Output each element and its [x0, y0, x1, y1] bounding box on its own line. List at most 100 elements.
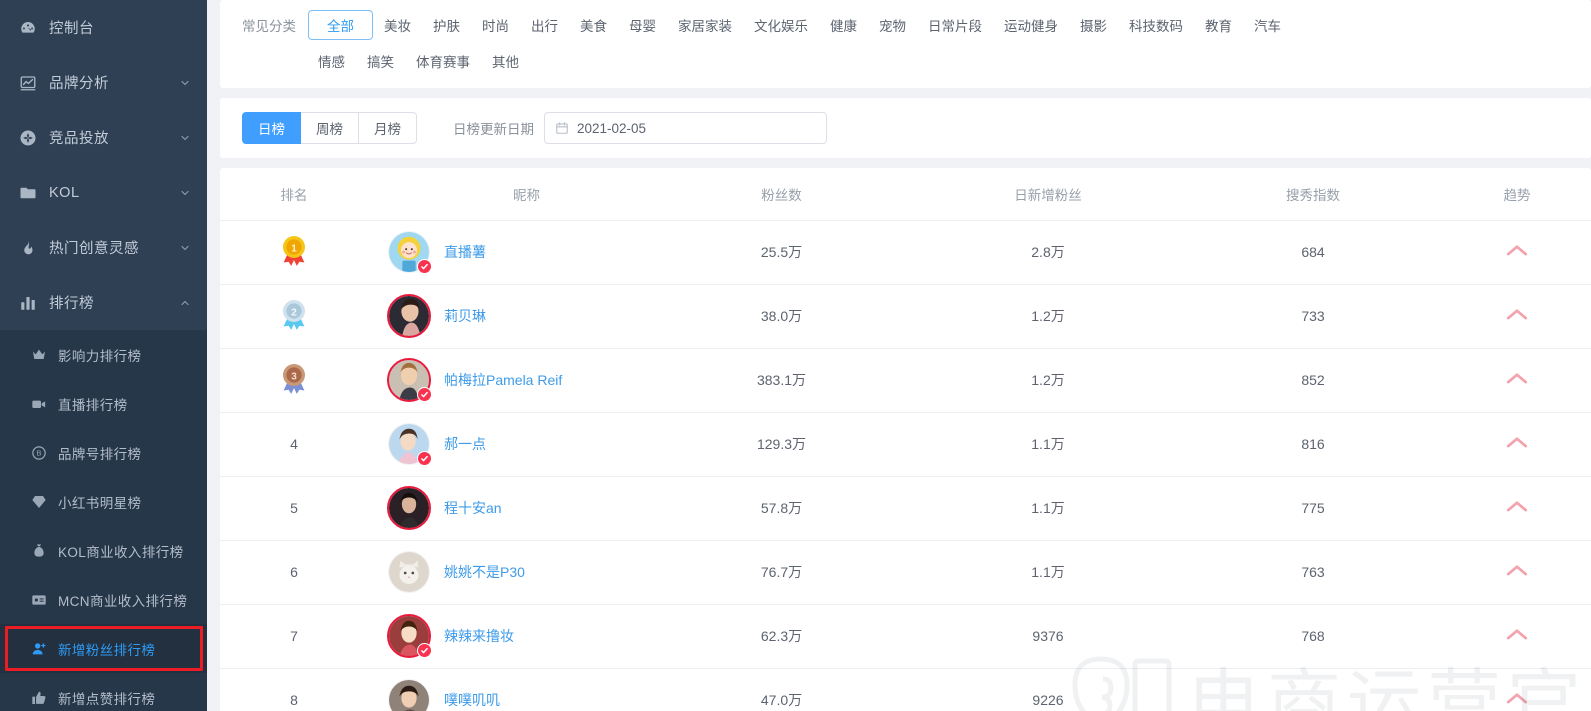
avatar[interactable]	[388, 551, 430, 593]
cell-daily-fans: 1.1万	[913, 476, 1183, 541]
chevron-down-icon[interactable]	[179, 132, 191, 144]
category-chip-comedy[interactable]: 搞笑	[356, 46, 405, 76]
nickname-link[interactable]: 姚姚不是P30	[444, 562, 525, 582]
sidebar-sub-label: 品牌号排行榜	[58, 446, 142, 462]
category-chip-daily-clips[interactable]: 日常片段	[917, 10, 993, 40]
table-body: 1 直播薯 25.5万 2.8万 684 2 莉贝琳 38.0万 1.2万 73…	[220, 220, 1591, 711]
category-chip-emotion[interactable]: 情感	[307, 46, 356, 76]
table-row[interactable]: 6 姚姚不是P30 76.7万 1.1万 763	[220, 540, 1591, 605]
category-chip-education[interactable]: 教育	[1194, 10, 1243, 40]
avatar[interactable]	[388, 423, 432, 466]
nickname-link[interactable]: 帕梅拉Pamela Reif	[444, 370, 562, 390]
nickname-link[interactable]: 郝一点	[444, 434, 486, 454]
category-chip-other[interactable]: 其他	[481, 46, 530, 76]
nickname-link[interactable]: 噗噗叽叽	[444, 690, 500, 710]
cell-index: 768	[1183, 604, 1443, 669]
table-row[interactable]: 7 辣辣来撸妆 62.3万 9376 768	[220, 604, 1591, 669]
category-row-2: 情感 搞笑 体育赛事 其他	[220, 44, 1591, 78]
avatar[interactable]	[387, 294, 431, 338]
badge-b-icon: B	[30, 444, 48, 462]
category-chip-culture-entertainment[interactable]: 文化娱乐	[743, 10, 819, 40]
period-monthly-button[interactable]: 月榜	[359, 112, 417, 144]
avatar[interactable]	[387, 486, 431, 530]
table-row[interactable]: 5 程十安an 57.8万 1.1万 775	[220, 476, 1591, 541]
cell-fans: 383.1万	[650, 348, 913, 413]
cell-nickname: 郝一点	[368, 412, 650, 477]
sidebar-item-competitor-ads[interactable]: 竞品投放	[0, 110, 207, 165]
period-daily-button[interactable]: 日榜	[242, 112, 301, 144]
sidebar-item-mcn-revenue-ranking[interactable]: MCN商业收入排行榜	[0, 575, 207, 624]
cell-index: 816	[1183, 412, 1443, 477]
column-header-daily-fans: 日新增粉丝	[913, 168, 1183, 221]
avatar[interactable]	[387, 358, 432, 402]
cell-rank: 4	[220, 412, 368, 477]
svg-text:B: B	[37, 448, 42, 457]
category-chip-health[interactable]: 健康	[819, 10, 868, 40]
cell-fans: 38.0万	[650, 284, 913, 349]
nickname-cell: 莉贝琳	[368, 294, 650, 338]
category-chip-fashion[interactable]: 时尚	[471, 10, 520, 40]
sidebar-item-brand-account-ranking[interactable]: B 品牌号排行榜	[0, 428, 207, 477]
category-chip-all[interactable]: 全部	[308, 10, 373, 40]
table-row[interactable]: 2 莉贝琳 38.0万 1.2万 733	[220, 284, 1591, 349]
avatar[interactable]	[387, 614, 432, 658]
folder-icon	[18, 183, 38, 203]
nickname-cell: 噗噗叽叽	[368, 679, 650, 711]
nickname-link[interactable]: 程十安an	[444, 498, 502, 518]
crown-icon	[30, 346, 48, 364]
sidebar-sub-label: 直播排行榜	[58, 397, 128, 413]
category-chip-maternal-baby[interactable]: 母婴	[618, 10, 667, 40]
nickname-cell: 直播薯	[368, 231, 650, 274]
sidebar-item-new-fans-ranking[interactable]: 新增粉丝排行榜	[0, 624, 207, 673]
target-icon	[18, 128, 38, 148]
sidebar-item-rankings[interactable]: 排行榜	[0, 275, 207, 330]
sidebar-item-new-likes-ranking[interactable]: 新增点赞排行榜	[0, 673, 207, 711]
avatar[interactable]	[388, 679, 430, 711]
table-row[interactable]: 8 噗噗叽叽 47.0万 9226	[220, 668, 1591, 711]
category-chip-home-decor[interactable]: 家居家装	[667, 10, 743, 40]
cell-trend	[1443, 284, 1591, 349]
sidebar-item-brand-analysis[interactable]: 品牌分析	[0, 55, 207, 110]
chevron-down-icon[interactable]	[179, 77, 191, 89]
table-head: 排名 昵称 粉丝数 日新增粉丝 搜秀指数 趋势	[220, 168, 1591, 221]
category-chip-pets[interactable]: 宠物	[868, 10, 917, 40]
category-chip-sports-event[interactable]: 体育赛事	[405, 46, 481, 76]
sidebar-sub-label: KOL商业收入排行榜	[58, 544, 184, 560]
sidebar-item-live-ranking[interactable]: 直播排行榜	[0, 379, 207, 428]
category-chip-automotive[interactable]: 汽车	[1243, 10, 1292, 40]
category-chip-photography[interactable]: 摄影	[1069, 10, 1118, 40]
chevron-down-icon[interactable]	[179, 242, 191, 254]
sidebar: 控制台 品牌分析 竞品投放 KOL 热门创意灵感 排行榜 影响力排行榜 直播排行…	[0, 0, 207, 711]
sidebar-item-kol[interactable]: KOL	[0, 165, 207, 220]
nickname-link[interactable]: 直播薯	[444, 242, 486, 262]
avatar[interactable]	[388, 231, 432, 274]
cell-nickname: 噗噗叽叽	[368, 668, 650, 711]
period-weekly-button[interactable]: 周榜	[301, 112, 359, 144]
cell-trend	[1443, 412, 1591, 477]
sidebar-item-xiaohongshu-star-ranking[interactable]: 小红书明星榜	[0, 477, 207, 526]
sidebar-item-console[interactable]: 控制台	[0, 0, 207, 55]
category-chip-travel[interactable]: 出行	[520, 10, 569, 40]
cell-daily-fans: 1.2万	[913, 284, 1183, 349]
table-row[interactable]: 4 郝一点 129.3万 1.1万 816	[220, 412, 1591, 477]
date-picker-input[interactable]: 2021-02-05	[544, 112, 827, 144]
money-bag-icon	[30, 542, 48, 560]
cell-nickname: 程十安an	[368, 476, 650, 541]
nickname-link[interactable]: 莉贝琳	[444, 306, 486, 326]
cell-daily-fans: 1.1万	[913, 540, 1183, 605]
sidebar-item-influence-ranking[interactable]: 影响力排行榜	[0, 330, 207, 379]
nickname-link[interactable]: 辣辣来撸妆	[444, 626, 514, 646]
sidebar-item-hot-inspiration[interactable]: 热门创意灵感	[0, 220, 207, 275]
chevron-up-icon[interactable]	[179, 297, 191, 309]
cell-daily-fans: 9226	[913, 668, 1183, 711]
chevron-down-icon[interactable]	[179, 187, 191, 199]
table-row[interactable]: 1 直播薯 25.5万 2.8万 684	[220, 220, 1591, 285]
category-chip-food[interactable]: 美食	[569, 10, 618, 40]
category-filter-panel: 常见分类 全部 美妆 护肤 时尚 出行 美食 母婴 家居家装 文化娱乐 健康 宠…	[220, 0, 1591, 88]
category-chip-skincare[interactable]: 护肤	[422, 10, 471, 40]
category-chip-beauty[interactable]: 美妆	[373, 10, 422, 40]
table-row[interactable]: 3 帕梅拉Pamela Reif 383.1万 1.2万 852	[220, 348, 1591, 413]
category-chip-sports-fitness[interactable]: 运动健身	[993, 10, 1069, 40]
category-chip-tech-digital[interactable]: 科技数码	[1118, 10, 1194, 40]
sidebar-item-kol-revenue-ranking[interactable]: KOL商业收入排行榜	[0, 526, 207, 575]
